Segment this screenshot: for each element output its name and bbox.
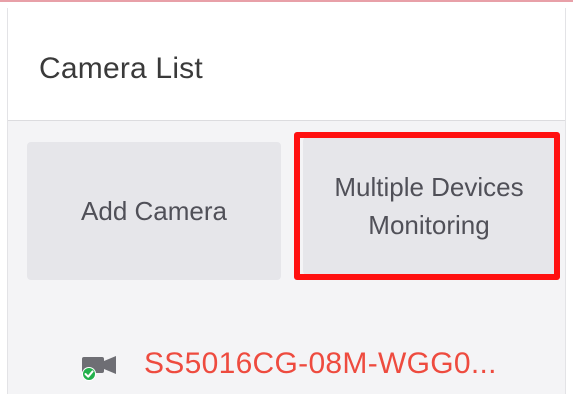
- top-accent-rule: [0, 0, 573, 2]
- page-title: Camera List: [39, 52, 203, 85]
- add-camera-button[interactable]: Add Camera: [27, 142, 281, 280]
- camera-list-panel: Camera List Add Camera Multiple Devices …: [7, 8, 566, 394]
- camera-icon: [80, 350, 120, 382]
- multiple-devices-label-line1: Multiple Devices: [334, 172, 524, 202]
- camera-name: SS5016CG-08M-WGG0...: [144, 347, 497, 380]
- panel-header: Camera List: [8, 8, 565, 121]
- panel-body: Add Camera Multiple Devices Monitoring S…: [8, 121, 565, 394]
- camera-list-window: Camera List Add Camera Multiple Devices …: [0, 0, 573, 394]
- camera-list-item[interactable]: SS5016CG-08M-WGG0...: [8, 339, 565, 389]
- multiple-devices-monitoring-label: Multiple Devices Monitoring: [334, 168, 523, 244]
- multiple-devices-monitoring-button[interactable]: Multiple Devices Monitoring: [303, 137, 555, 275]
- multiple-devices-label-line2: Monitoring: [368, 210, 490, 240]
- add-camera-label: Add Camera: [81, 196, 227, 226]
